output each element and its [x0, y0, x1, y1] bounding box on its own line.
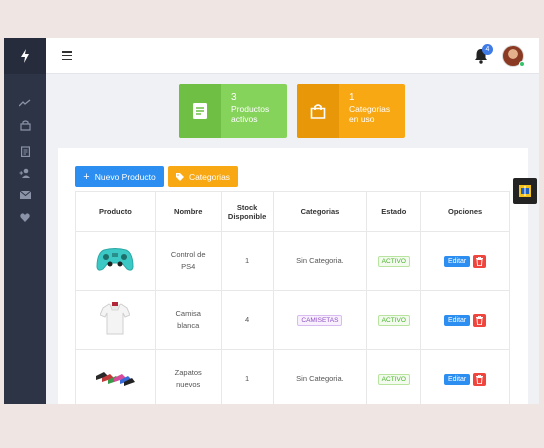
online-status-dot — [519, 61, 525, 67]
product-name-line2: blanca — [177, 321, 200, 330]
status-cell: ACTIVO — [366, 231, 422, 291]
category-cell: Sin Categoria. — [272, 231, 368, 291]
app-window: 4 3 Productos activos 1 Categorias en us… — [4, 38, 539, 404]
col-categorias: Categorias — [272, 191, 368, 232]
product-name-line1: Camisa — [175, 309, 201, 318]
sidebar — [4, 38, 46, 404]
card-label-line2: activos — [231, 114, 258, 124]
trending-up-icon[interactable] — [16, 96, 34, 110]
product-image-cell — [75, 290, 156, 350]
categories-button[interactable]: Categorias — [168, 166, 238, 187]
options-cell: Editar — [420, 349, 510, 404]
tag-icon — [175, 172, 184, 181]
table-row: Zapatos nuevos 1 Sin Categoria. ACTIVO E… — [75, 349, 510, 404]
card-label-line1: Categorias — [349, 104, 391, 114]
lightning-icon — [21, 49, 29, 63]
product-name-line1: Zapatos — [174, 368, 202, 377]
active-products-card: 3 Productos activos — [179, 84, 287, 138]
shopping-bag-icon[interactable] — [16, 118, 34, 132]
product-name-line2: nuevos — [176, 380, 201, 389]
clipboard-icon[interactable] — [16, 144, 34, 158]
floating-settings-button[interactable] — [513, 178, 537, 204]
card-label-line1: Productos — [231, 104, 270, 114]
new-product-label: Nuevo Producto — [94, 171, 156, 182]
stock-cell: 1 — [220, 231, 274, 291]
edit-button[interactable]: Editar — [443, 314, 471, 326]
trash-icon — [476, 374, 484, 384]
product-name-cell: Zapatos nuevos — [154, 349, 222, 404]
category-badge: CAMISETAS — [297, 314, 343, 326]
product-image-cell — [75, 231, 156, 291]
options-cell: Editar — [420, 290, 510, 350]
stock-cell: 1 — [220, 349, 274, 404]
card-number: 3 — [231, 92, 237, 103]
stock-cell: 4 — [220, 290, 274, 350]
app-logo[interactable] — [4, 38, 46, 74]
status-badge: ACTIVO — [377, 255, 410, 267]
notification-badge: 4 — [482, 44, 493, 55]
products-table: Producto Nombre Stock Disponible Categor… — [75, 191, 510, 404]
col-stock: Stock Disponible — [220, 191, 274, 232]
heart-icon[interactable] — [16, 210, 34, 224]
palette-icon — [519, 185, 531, 197]
trash-icon — [476, 256, 484, 266]
delete-button[interactable] — [473, 313, 487, 327]
table-header-row: Producto Nombre Stock Disponible Categor… — [75, 191, 510, 232]
trash-icon — [476, 315, 484, 325]
status-cell: ACTIVO — [366, 349, 422, 404]
col-stock-line1: Stock — [236, 202, 258, 212]
menu-toggle-icon[interactable] — [62, 51, 72, 60]
gamepad-image — [96, 248, 134, 271]
categories-label: Categorias — [188, 171, 231, 182]
table-row: Control de PS4 1 Sin Categoria. ACTIVO E… — [75, 231, 510, 291]
plus-icon: + — [83, 170, 90, 183]
category-text: Sin Categoria. — [296, 256, 344, 265]
card-number: 1 — [349, 92, 355, 103]
category-cell: CAMISETAS — [272, 290, 368, 350]
product-name-line2: PS4 — [181, 262, 196, 271]
new-product-button[interactable]: + Nuevo Producto — [75, 166, 164, 187]
status-badge: ACTIVO — [377, 314, 410, 326]
document-icon — [193, 103, 207, 119]
status-cell: ACTIVO — [366, 290, 422, 350]
category-text: Sin Categoria. — [296, 374, 344, 383]
options-cell: Editar — [420, 231, 510, 291]
products-panel: + Nuevo Producto Categorias Producto Nom… — [58, 148, 528, 404]
add-user-icon[interactable] — [16, 166, 34, 180]
edit-button[interactable]: Editar — [443, 373, 471, 385]
col-estado: Estado — [366, 191, 422, 232]
categories-in-use-card: 1 Categorias en uso — [297, 84, 405, 138]
edit-button[interactable]: Editar — [443, 255, 471, 267]
product-image-cell — [75, 349, 156, 404]
table-row: Camisa blanca 4 CAMISETAS ACTIVO Editar — [75, 290, 510, 350]
top-bar: 4 — [46, 38, 539, 74]
col-nombre: Nombre — [154, 191, 222, 232]
col-opciones: Opciones — [420, 191, 510, 232]
shopping-bag-icon — [310, 104, 326, 119]
card-label-line2: en uso — [349, 114, 375, 124]
product-name-line1: Control de — [170, 250, 206, 259]
mail-icon[interactable] — [16, 188, 34, 202]
delete-button[interactable] — [473, 372, 487, 386]
product-name-cell: Control de PS4 — [154, 231, 222, 291]
shirt-image — [99, 302, 132, 335]
col-producto: Producto — [75, 191, 156, 232]
delete-button[interactable] — [473, 254, 487, 268]
col-stock-line2: Disponible — [227, 211, 267, 221]
status-badge: ACTIVO — [377, 373, 410, 385]
product-name-cell: Camisa blanca — [154, 290, 222, 350]
shoes-image — [96, 372, 136, 386]
category-cell: Sin Categoria. — [272, 349, 368, 404]
